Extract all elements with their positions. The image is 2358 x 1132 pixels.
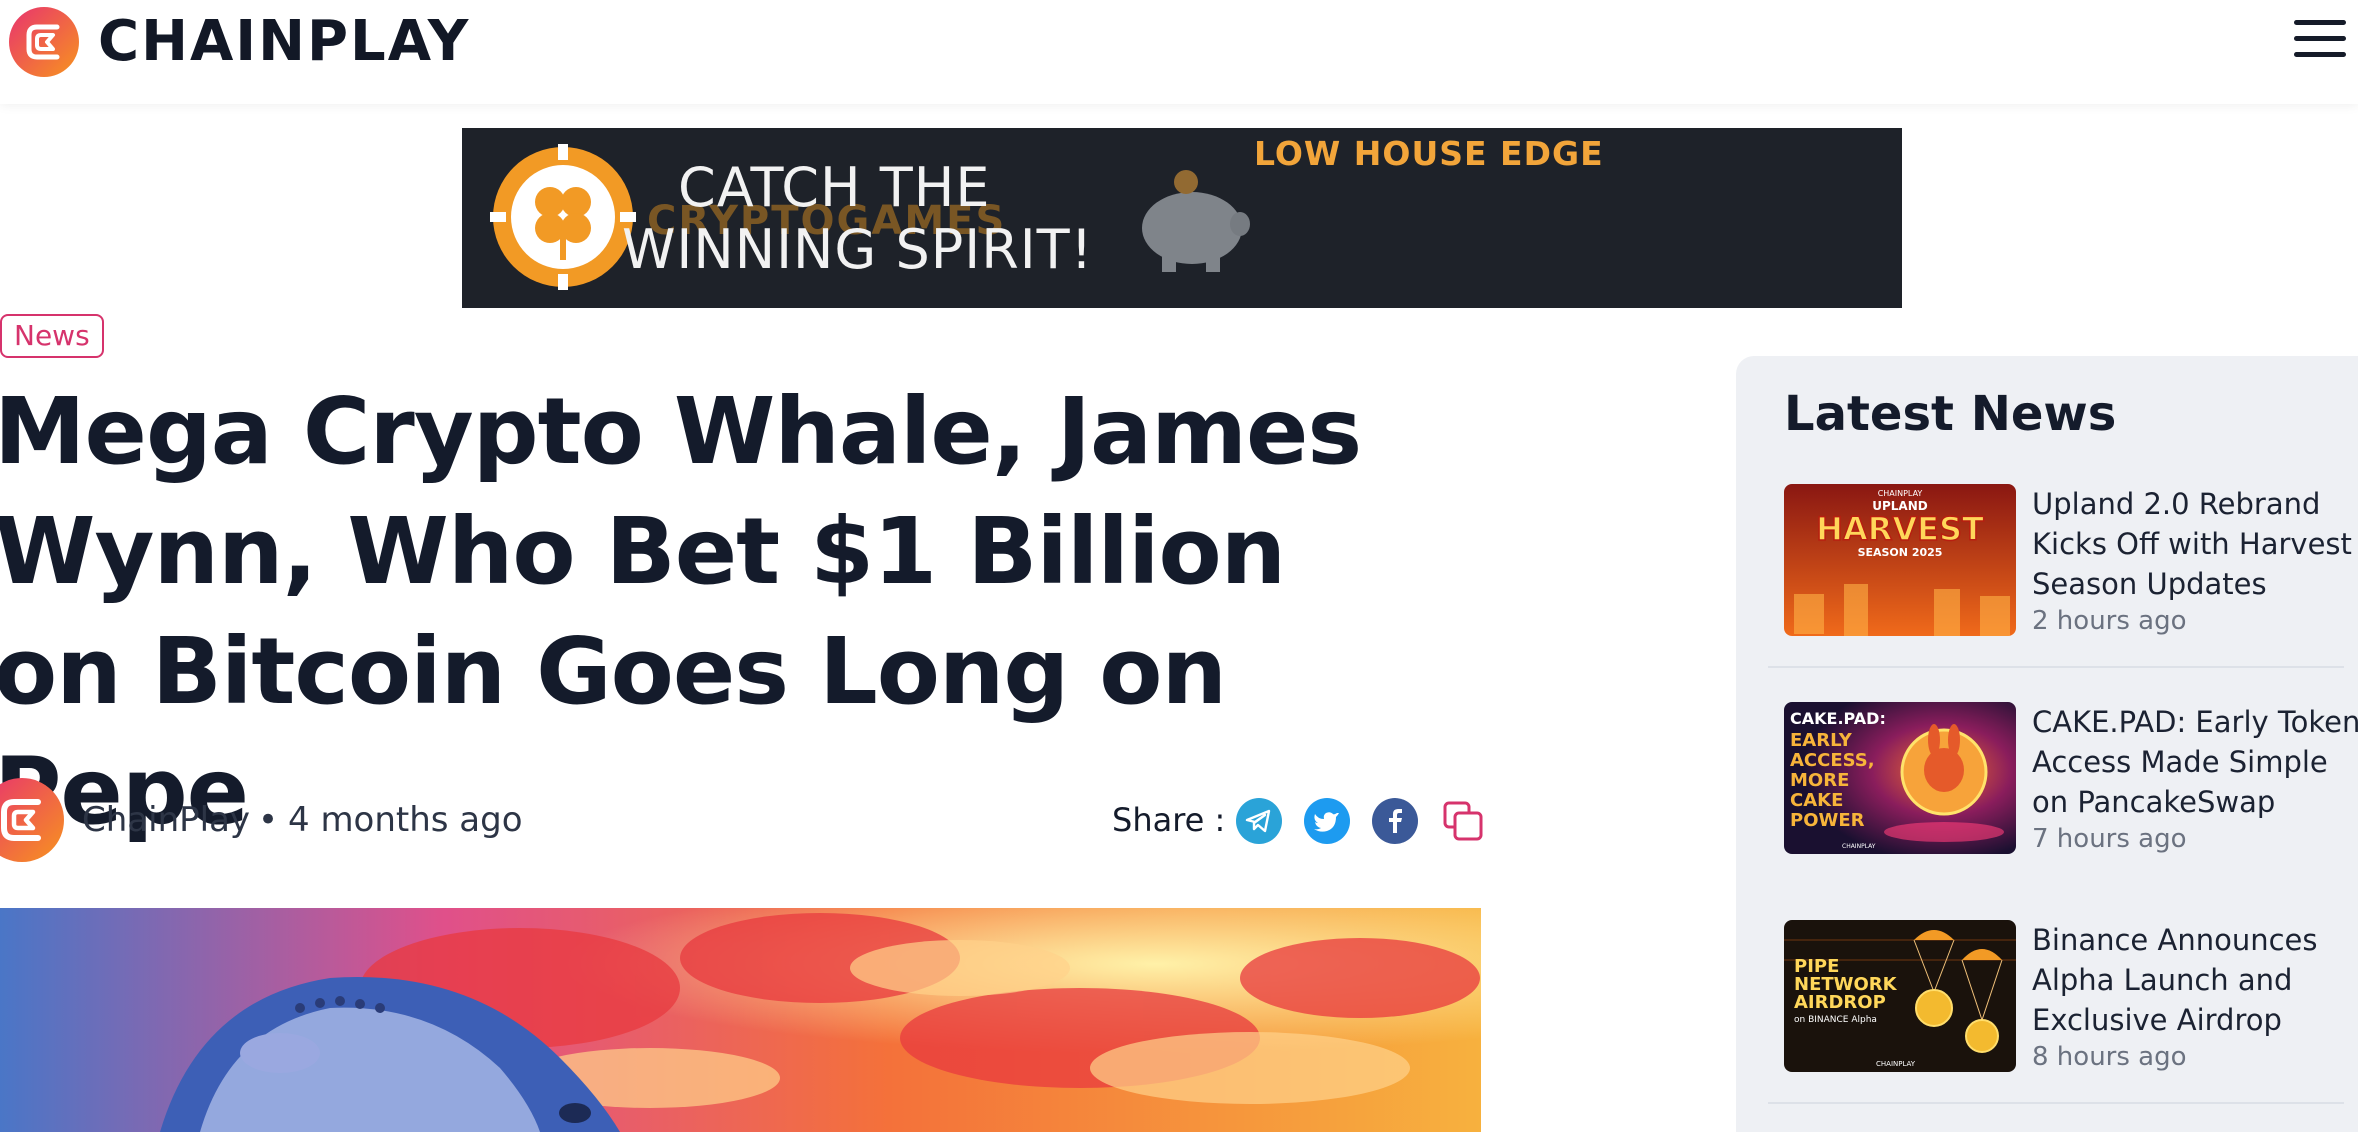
twitter-share-button[interactable] [1304,798,1350,844]
thumb-head: CAKE.PAD: [1790,709,1886,728]
thumb-line: POWER [1790,810,1865,831]
article-hero-image [0,908,1481,1132]
thumb-line: MORE [1790,770,1849,791]
facebook-share-button[interactable] [1372,798,1418,844]
banner-tagline: LOW HOUSE EDGE [1254,134,1604,173]
piggy-bank-icon [1142,170,1250,272]
publish-time: 4 months ago [288,800,523,840]
facebook-icon [1389,809,1402,833]
thumb-sub: on BINANCE Alpha [1794,1015,1877,1025]
telegram-icon [1245,809,1271,833]
meta-separator: • [258,800,279,840]
latest-news-item[interactable]: PIPE NETWORK AIRDROP on BINANCE Alpha CH… [1784,920,2358,1080]
news-item-title[interactable]: Upland 2.0 Rebrand Kicks Off with Harves… [2032,484,2358,604]
news-thumbnail: PIPE NETWORK AIRDROP on BINANCE Alpha CH… [1784,920,2016,1072]
copy-link-button[interactable] [1440,798,1486,844]
latest-news-item[interactable]: CHAINPLAY UPLAND HARVEST SEASON 2025 Upl… [1784,484,2358,644]
latest-news-item[interactable]: CAKE.PAD: EARLY ACCESS, MORE CAKE POWER … [1784,702,2358,862]
site-header: CHAINPLAY [0,0,2358,104]
thumb-line: AIRDROP [1794,992,1886,1013]
thumb-line: CAKE [1790,790,1843,811]
thumb-line: ACCESS, [1790,750,1875,771]
share-label: Share : [1112,801,1226,839]
banner-headline-line2: WINNING SPIRIT! [622,218,1094,281]
twitter-icon [1314,812,1339,832]
author-avatar[interactable] [0,778,64,862]
hamburger-menu-icon[interactable] [2290,14,2350,66]
news-item-title[interactable]: CAKE.PAD: Early Token Access Made Simple… [2032,702,2358,822]
casino-chip-clover-icon [490,144,636,290]
thumb-main: HARVEST [1816,510,1984,548]
thumb-brand: CHAINPLAY [1876,1060,1916,1068]
thumb-line: EARLY [1790,730,1853,751]
brand-name[interactable]: CHAINPLAY [98,12,470,72]
news-item-time: 2 hours ago [2032,606,2187,636]
thumb-brand: CHAINPLAY [1878,489,1923,498]
news-divider [1768,666,2344,668]
article-title: Mega Crypto Whale, James Wynn, Who Bet $… [0,378,1362,845]
news-thumbnail: CAKE.PAD: EARLY ACCESS, MORE CAKE POWER … [1784,702,2016,854]
sidebar-title: Latest News [1784,386,2117,442]
copy-link-icon [1443,801,1483,841]
category-tag[interactable]: News [0,314,104,358]
news-thumbnail: CHAINPLAY UPLAND HARVEST SEASON 2025 [1784,484,2016,636]
author-name[interactable]: ChainPlay [82,796,250,844]
thumb-sub: SEASON 2025 [1858,546,1943,559]
news-item-time: 8 hours ago [2032,1042,2187,1072]
chainplay-logo-icon[interactable] [9,7,79,77]
news-item-title[interactable]: Binance Announces Alpha Launch and Exclu… [2032,920,2358,1040]
news-divider [1768,1102,2344,1104]
banner-headline-line1: CATCH THE [678,156,991,219]
advertisement-banner[interactable]: CRYPTOGAMES CATCH THE WINNING SPIRIT! LO… [462,128,1902,308]
latest-news-sidebar: Latest News CHAINPLAY UPLAND HARVEST SEA… [1736,356,2358,1132]
news-item-time: 7 hours ago [2032,824,2187,854]
telegram-share-button[interactable] [1236,798,1282,844]
thumb-brand: CHAINPLAY [1842,843,1876,850]
